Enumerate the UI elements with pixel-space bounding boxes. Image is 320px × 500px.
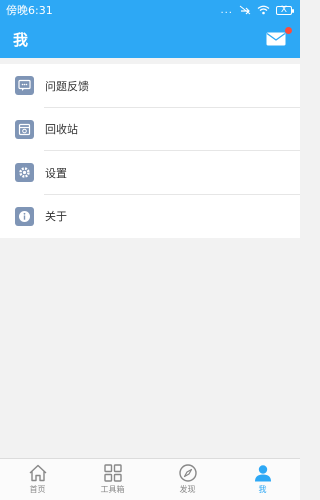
sync-icon [239,5,251,15]
home-icon [29,464,46,482]
mail-icon [266,32,286,46]
tab-label: 我 [258,485,267,494]
tab-discover[interactable]: 发现 [150,459,225,500]
tab-label: 首页 [29,485,46,494]
menu-item-label: 设置 [45,166,67,180]
menu-item-label: 关于 [45,210,67,224]
tab-me[interactable]: 我 [225,459,300,500]
menu-item-label: 问题反馈 [45,79,89,93]
status-dots: ... [220,4,233,16]
tab-toolbox[interactable]: 工具箱 [75,459,150,500]
tab-label: 工具箱 [100,485,125,494]
menu-item-settings[interactable]: 设置 [0,151,300,195]
menu-item-label: 回收站 [45,123,78,137]
gear-icon [15,163,34,183]
messages-button[interactable] [266,27,292,47]
toolbox-icon [103,464,122,482]
info-icon [15,206,34,226]
battery-mark: X [280,4,288,15]
page-title: 我 [13,30,29,49]
status-bar: 傍晚6:31 ... X [0,0,300,20]
tab-home[interactable]: 首页 [0,459,75,500]
bottom-tab-bar: 首页 工具箱 发现 我 [0,458,300,500]
menu-list: 问题反馈 回收站 设置 关于 [0,64,300,238]
compass-icon [178,464,197,482]
app-bar: 我 [0,20,300,58]
feedback-icon [15,76,34,96]
wifi-icon [257,5,270,15]
tab-label: 发现 [179,485,196,494]
unread-badge [285,27,292,34]
menu-item-recycle-bin[interactable]: 回收站 [0,108,300,152]
recycle-bin-icon [15,119,34,139]
menu-item-feedback[interactable]: 问题反馈 [0,64,300,108]
menu-item-about[interactable]: 关于 [0,195,300,239]
status-indicators: ... X [220,4,294,16]
person-icon [254,465,271,482]
battery-icon: X [276,4,294,15]
status-time: 傍晚6:31 [6,4,53,17]
